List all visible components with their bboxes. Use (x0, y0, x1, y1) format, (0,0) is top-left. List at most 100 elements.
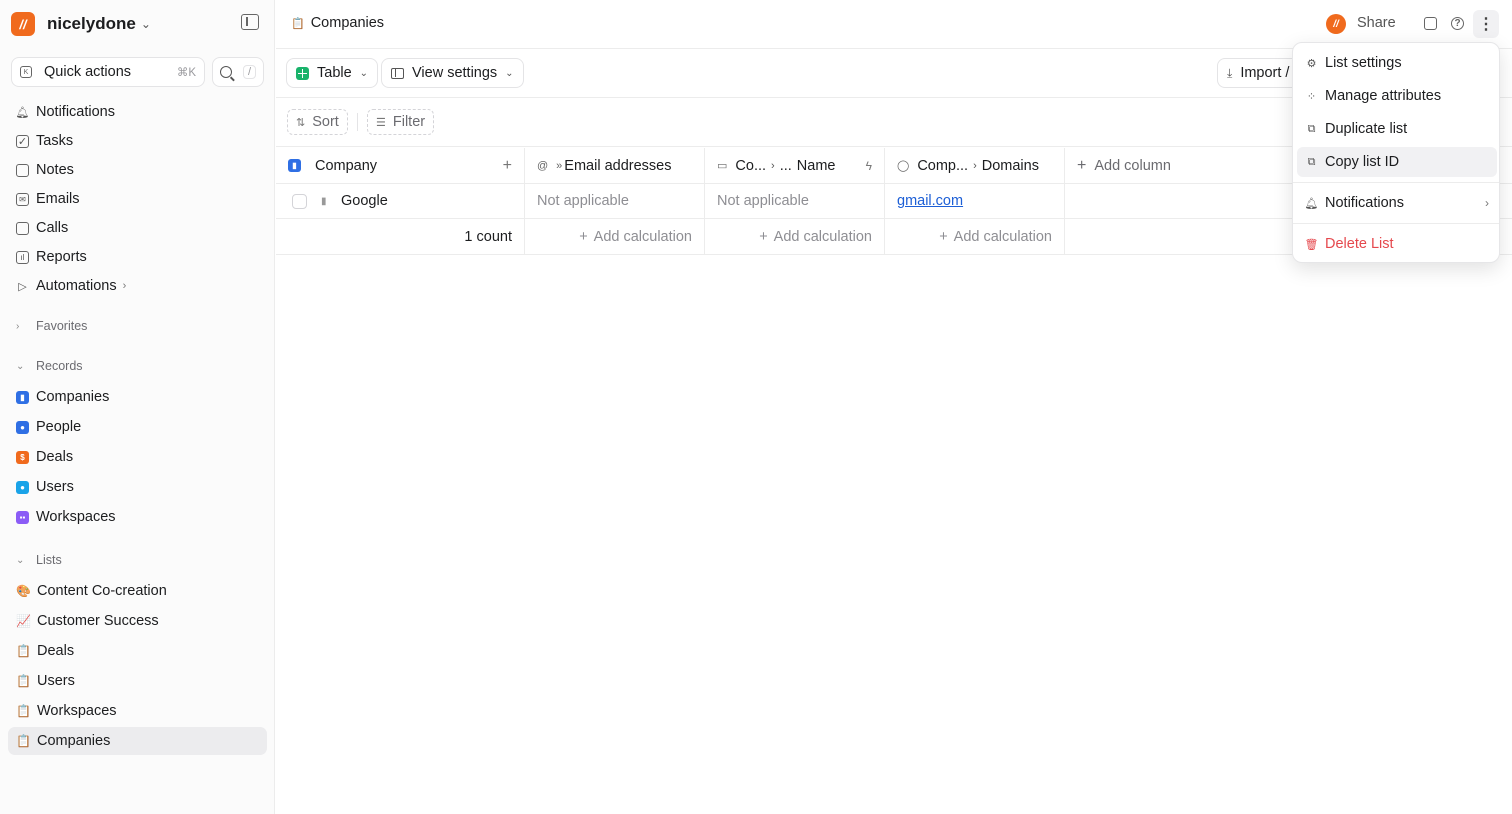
quick-actions-button[interactable]: K Quick actions ⌘K (11, 57, 205, 87)
workspace-avatar-icon: // (1326, 14, 1346, 34)
add-calculation-button[interactable]: + Add calculation (885, 219, 1065, 254)
workspace-switcher[interactable]: // nicelydone ⌄ (11, 11, 151, 37)
search-shortcut: / (242, 65, 256, 79)
sidebar-item-label: Companies (37, 733, 111, 749)
sidebar-item-label: Users (36, 479, 74, 495)
bell-icon: 🔔︎ (1304, 197, 1319, 210)
palette-icon: 🎨 (16, 584, 31, 598)
contact-card-icon: ▭ (717, 160, 728, 172)
cell-empty (1065, 184, 1305, 218)
workspace-name: nicelydone (47, 14, 136, 33)
menu-item-copy-list-id[interactable]: ⧉ Copy list ID (1297, 147, 1497, 177)
sidebar-list-companies[interactable]: 📋 Companies (16, 730, 110, 752)
menu-item-manage-attributes[interactable]: ⁘ Manage attributes (1297, 81, 1497, 111)
filter-button[interactable]: ☰ Filter (367, 109, 435, 135)
menu-item-list-settings[interactable]: ⚙ List settings (1297, 48, 1497, 78)
count-cell[interactable]: 1 count (276, 219, 525, 254)
column-header-company[interactable]: ▮ Company + (276, 148, 525, 183)
comment-icon[interactable] (1424, 17, 1437, 30)
cell-name[interactable]: Not applicable (705, 184, 885, 218)
section-favorites[interactable]: › Favorites (16, 317, 87, 335)
add-column-button[interactable]: + Add column (1065, 148, 1305, 183)
view-settings-label: View settings (412, 65, 498, 81)
sidebar-item-automations[interactable]: ▷ Automations › (16, 275, 126, 297)
sort-button[interactable]: ⇅ Sort (287, 109, 348, 135)
share-button[interactable]: Share (1357, 15, 1396, 31)
clipboard-icon: 📋 (16, 644, 31, 658)
search-icon (220, 66, 232, 78)
sidebar-item-notes[interactable]: Notes (16, 159, 74, 181)
section-label: Records (36, 359, 83, 373)
grid-icon: ▪▪ (16, 510, 29, 524)
sidebar-list-customer-success[interactable]: 📈 Customer Success (16, 610, 159, 632)
help-icon[interactable]: ? (1451, 17, 1464, 30)
column-header-domains[interactable]: ◯ Comp... › Domains (885, 148, 1065, 183)
chevron-right-icon: › (973, 159, 977, 172)
row-checkbox[interactable] (292, 193, 307, 209)
menu-item-delete-list[interactable]: 🗑︎ Delete List (1297, 229, 1497, 259)
clipboard-icon: 📋 (16, 704, 31, 718)
column-label: Company (315, 157, 378, 174)
column-label: Comp... (917, 157, 969, 174)
sort-icon: ⇅ (296, 116, 306, 129)
sidebar-item-users[interactable]: ● Users (16, 476, 74, 498)
sidebar-item-people[interactable]: ● People (16, 416, 81, 438)
sidebar-list-workspaces[interactable]: 📋 Workspaces (16, 700, 117, 722)
sidebar-list-users[interactable]: 📋 Users (16, 670, 75, 692)
sidebar-item-notifications[interactable]: 🔔︎ Notifications (16, 101, 115, 123)
sidebar-item-label: Companies (36, 389, 110, 405)
add-calculation-button[interactable]: + Add calculation (525, 219, 705, 254)
chevron-right-icon: › (16, 320, 20, 332)
column-header-email[interactable]: @ » Email addresses (525, 148, 705, 183)
add-calculation-button[interactable]: + Add calculation (705, 219, 885, 254)
sidebar-item-deals[interactable]: $ Deals (16, 446, 73, 468)
section-records[interactable]: ⌄ Records (16, 357, 83, 375)
breadcrumb[interactable]: 📋 Companies (291, 15, 384, 31)
view-settings-button[interactable]: View settings ⌄ (381, 58, 524, 88)
sidebar-item-reports[interactable]: ıl Reports (16, 246, 87, 268)
import-icon: ⤓ (1227, 65, 1233, 80)
view-type-dropdown[interactable]: Table ⌄ (286, 58, 379, 88)
menu-divider (1293, 182, 1499, 183)
filter-label: Filter (392, 114, 426, 130)
cell-email[interactable]: Not applicable (525, 184, 705, 218)
trash-icon: 🗑︎ (1304, 238, 1319, 251)
sidebar-item-label: Tasks (36, 133, 74, 149)
chevron-down-icon: ⌄ (140, 17, 151, 31)
sidebar-item-label: Emails (36, 191, 80, 207)
add-icon: + (939, 228, 948, 245)
column-label: Domains (981, 157, 1039, 174)
dollar-icon: $ (16, 450, 29, 464)
menu-item-notifications[interactable]: 🔔︎ Notifications › (1297, 188, 1497, 218)
sidebar-list-content-co-creation[interactable]: 🎨 Content Co-creation (16, 580, 167, 602)
sidebar-item-workspaces[interactable]: ▪▪ Workspaces (16, 506, 116, 528)
menu-item-duplicate-list[interactable]: ⧉ Duplicate list (1297, 114, 1497, 144)
more-options-button[interactable]: ⋮ (1473, 10, 1499, 38)
sidebar-item-tasks[interactable]: ✓ Tasks (16, 130, 73, 152)
sidebar-list-deals[interactable]: 📋 Deals (16, 640, 74, 662)
add-icon[interactable]: + (503, 157, 512, 175)
menu-item-label: List settings (1325, 55, 1402, 71)
building-icon: ▮ (288, 159, 301, 172)
note-icon (16, 163, 29, 177)
domain-link[interactable]: gmail.com (897, 193, 963, 209)
record-count: 1 count (464, 228, 512, 245)
globe-icon: ◯ (897, 160, 910, 172)
sidebar-item-label: Workspaces (36, 509, 116, 525)
menu-item-label: Manage attributes (1325, 88, 1442, 104)
clipboard-icon: 📋 (16, 674, 31, 688)
cell-company[interactable]: ▮ Google (276, 184, 525, 218)
column-header-name[interactable]: ▭ Co... › ... Name ϟ (705, 148, 885, 183)
company-name: Google (341, 193, 388, 209)
section-lists[interactable]: ⌄ Lists (16, 551, 62, 569)
section-label: Favorites (36, 319, 88, 333)
add-column-label: Add column (1094, 157, 1171, 174)
cell-domains[interactable]: gmail.com (885, 184, 1065, 218)
cell-empty (1065, 219, 1305, 254)
section-label: Lists (36, 553, 62, 567)
search-button[interactable]: / (212, 57, 264, 87)
sidebar-item-calls[interactable]: Calls (16, 217, 68, 239)
collapse-sidebar-icon[interactable] (241, 14, 259, 30)
sidebar-item-companies[interactable]: ▮ Companies (16, 386, 109, 408)
sidebar-item-emails[interactable]: ✉ Emails (16, 188, 80, 210)
